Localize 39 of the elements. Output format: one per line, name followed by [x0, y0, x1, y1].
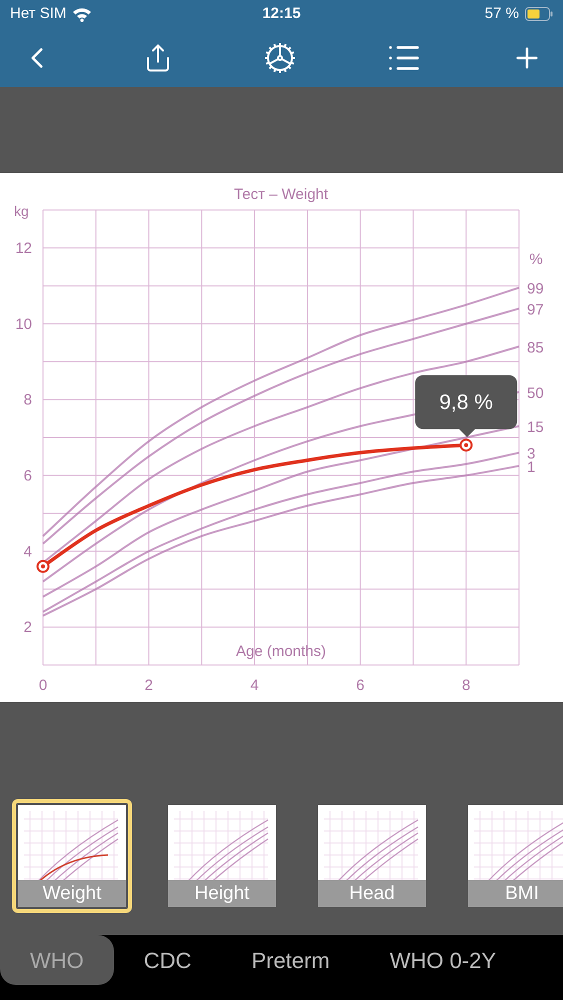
standard-tab[interactable]: WHO 0-2Y [360, 935, 526, 985]
chart-title: Тест – Weight [234, 186, 328, 203]
standard-tab[interactable]: Preterm [221, 935, 360, 985]
settings-icon [262, 40, 296, 74]
thumbnail-label: BMI [505, 884, 539, 903]
x-tick-label: 8 [462, 677, 470, 694]
y-tick-label: 12 [15, 240, 32, 257]
tooltip-value: 9,8 % [439, 391, 493, 414]
x-tick-label: 2 [144, 677, 153, 694]
carrier-text: Нет SIM [10, 4, 66, 24]
standard-tab[interactable]: WHO [0, 935, 114, 985]
percent-unit-label: % [529, 251, 543, 268]
battery-icon [525, 7, 553, 21]
y-tick-label: 2 [24, 619, 32, 636]
battery-percent: 57 % [484, 4, 519, 24]
y-tick-label: 8 [24, 392, 32, 409]
thumbnail-label: Height [194, 884, 250, 903]
y-tick-label: 4 [24, 543, 32, 560]
x-tick-label: 0 [38, 677, 48, 694]
thumbnail-label: Head [349, 884, 395, 903]
y-tick-label: 10 [15, 316, 32, 333]
percentile-label: 50 [527, 385, 544, 402]
clock-text: 12:15 [262, 4, 301, 24]
x-tick-label: 6 [356, 677, 364, 694]
y-tick-label: 6 [24, 467, 32, 484]
percentile-label: 97 [527, 302, 544, 319]
data-point-marker[interactable] [36, 560, 50, 573]
percentile-label: 15 [527, 419, 544, 436]
thumbnail-label: Weight [42, 884, 102, 903]
chart-thumbnail[interactable]: Weight [12, 799, 132, 913]
wifi-icon [72, 6, 92, 22]
percentile-label: 85 [527, 340, 544, 356]
x-axis-label: Age (months) [236, 643, 326, 660]
percentile-label: 99 [527, 280, 544, 298]
x-tick-label: 4 [250, 677, 259, 694]
y-axis-label: kg [14, 203, 29, 219]
standard-tab[interactable]: CDC [114, 935, 222, 985]
settings-button[interactable] [262, 40, 296, 74]
data-point-marker[interactable] [460, 438, 473, 452]
